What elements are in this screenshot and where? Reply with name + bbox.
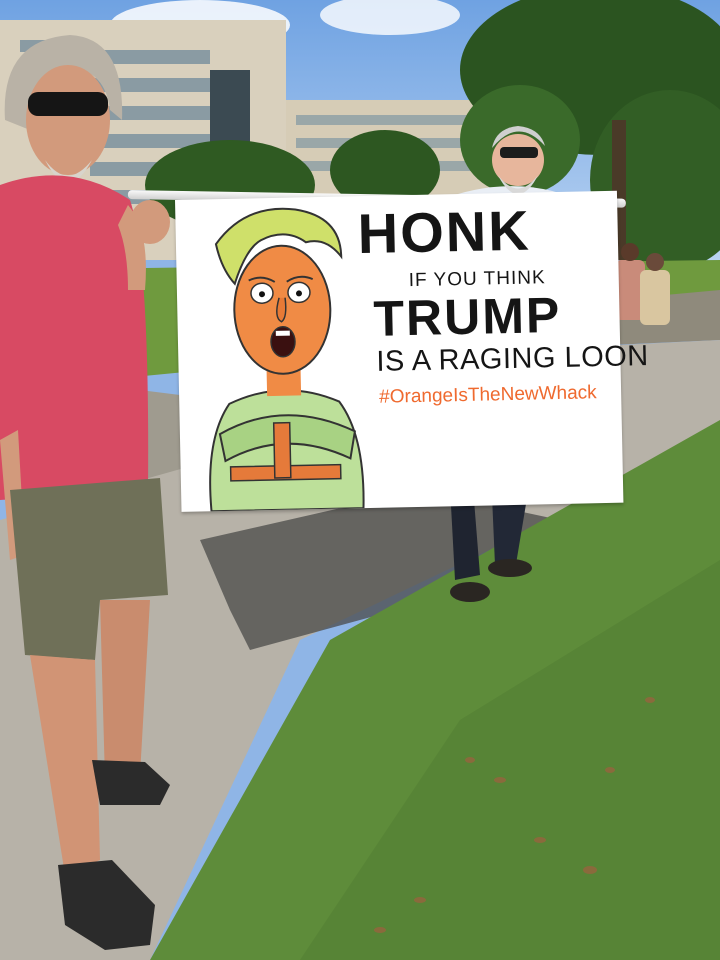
left-protester-sandal bbox=[58, 860, 155, 950]
left-protester-sunglasses bbox=[28, 92, 108, 116]
left-protester bbox=[0, 35, 170, 950]
left-protester-hand bbox=[130, 200, 170, 244]
protest-photo: HONK IF YOU THINK TRUMP IS A RAGING LOON… bbox=[0, 0, 720, 960]
left-protester-sandal bbox=[92, 760, 170, 805]
left-protester-face bbox=[26, 65, 110, 175]
